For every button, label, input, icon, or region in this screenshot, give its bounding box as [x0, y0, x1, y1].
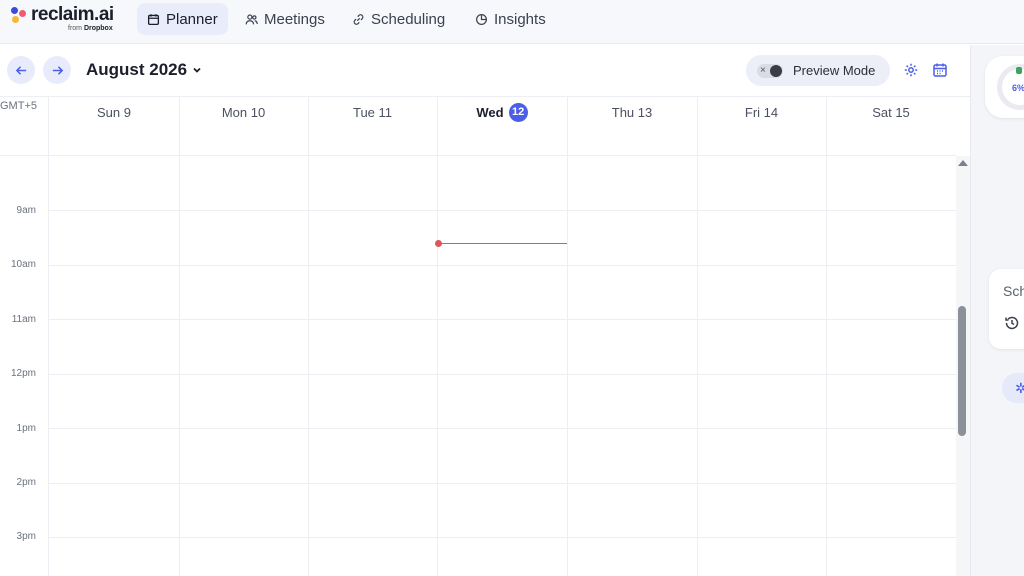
current-time-line	[439, 243, 567, 244]
hour-line	[48, 428, 956, 429]
month-selector[interactable]: August 2026	[86, 60, 202, 80]
pie-chart-icon	[476, 13, 487, 25]
history-icon[interactable]	[1004, 315, 1020, 331]
hour-line	[48, 210, 956, 211]
calendar-settings-icon[interactable]	[932, 62, 948, 78]
sparkle-icon: ✲	[1015, 380, 1024, 396]
hour-label-10am: 10am	[10, 259, 36, 270]
hour-label-2pm: 2pm	[16, 477, 36, 488]
previous-week-button[interactable]	[7, 56, 35, 84]
hour-line	[48, 537, 956, 538]
hour-label-3pm: 3pm	[16, 531, 36, 542]
hour-label-11am: 11am	[11, 314, 36, 325]
grid-column-divider	[179, 97, 180, 576]
preview-mode-toggle[interactable]: × Preview Mode	[746, 55, 890, 86]
scrollbar-thumb[interactable]	[958, 306, 966, 436]
arrow-right-icon	[52, 65, 63, 75]
people-icon	[245, 13, 258, 24]
hour-line	[48, 265, 956, 266]
nav-meetings-label: Meetings	[264, 10, 325, 28]
logo-text: reclaim.ai	[31, 4, 114, 25]
preview-mode-label: Preview Mode	[793, 63, 876, 78]
grid-column-divider	[826, 97, 827, 576]
next-week-button[interactable]	[43, 56, 71, 84]
nav-scheduling-label: Scheduling	[371, 10, 446, 28]
toggle-switch[interactable]: ×	[757, 64, 783, 78]
calendar-icon	[147, 13, 160, 25]
day-header-row	[0, 97, 956, 156]
chevron-down-icon	[193, 67, 201, 73]
hour-label-8am: 8am	[0, 157, 36, 160]
hour-label-12pm: 12pm	[10, 368, 36, 379]
calendar-toolbar: August 2026 × Preview Mode	[0, 45, 970, 97]
logo-mark-icon	[11, 7, 29, 25]
link-icon	[353, 13, 364, 25]
logo-subtitle: from Dropbox	[68, 25, 113, 32]
hour-line	[48, 319, 956, 320]
grid-column-divider	[437, 97, 438, 576]
grid-column-divider	[308, 97, 309, 576]
scheduling-card-title: Sch	[1003, 283, 1024, 299]
gear-icon[interactable]	[903, 62, 919, 78]
nav-scheduling[interactable]: Scheduling	[342, 3, 455, 35]
hour-line	[48, 374, 956, 375]
hour-label-9am: 9am	[16, 205, 36, 216]
nav-planner-label: Planner	[166, 10, 218, 28]
nav-insights-label: Insights	[494, 10, 546, 28]
toggle-x-icon: ×	[760, 65, 766, 76]
partial-hour-label-clip: 8am	[0, 157, 40, 162]
progress-ring-arc	[1016, 67, 1022, 74]
scheduling-card[interactable]	[989, 269, 1024, 349]
current-time-dot	[435, 240, 442, 247]
reclaim-logo[interactable]: reclaim.ai from Dropbox	[11, 4, 121, 38]
grid-column-divider	[48, 97, 49, 576]
nav-insights[interactable]: Insights	[465, 3, 556, 35]
grid-column-divider	[697, 97, 698, 576]
nav-planner[interactable]: Planner	[137, 3, 228, 35]
scroll-up-arrow-icon[interactable]	[958, 160, 968, 166]
hour-line	[48, 483, 956, 484]
month-label: August 2026	[86, 60, 188, 79]
nav-meetings[interactable]: Meetings	[235, 3, 335, 35]
top-nav: reclaim.ai from Dropbox Planner Meetings…	[0, 0, 1024, 44]
arrow-left-icon	[15, 65, 26, 75]
grid-column-divider	[567, 97, 568, 576]
progress-percent: 6%	[1012, 83, 1024, 93]
toggle-knob	[770, 65, 782, 77]
hour-label-1pm: 1pm	[16, 423, 36, 434]
